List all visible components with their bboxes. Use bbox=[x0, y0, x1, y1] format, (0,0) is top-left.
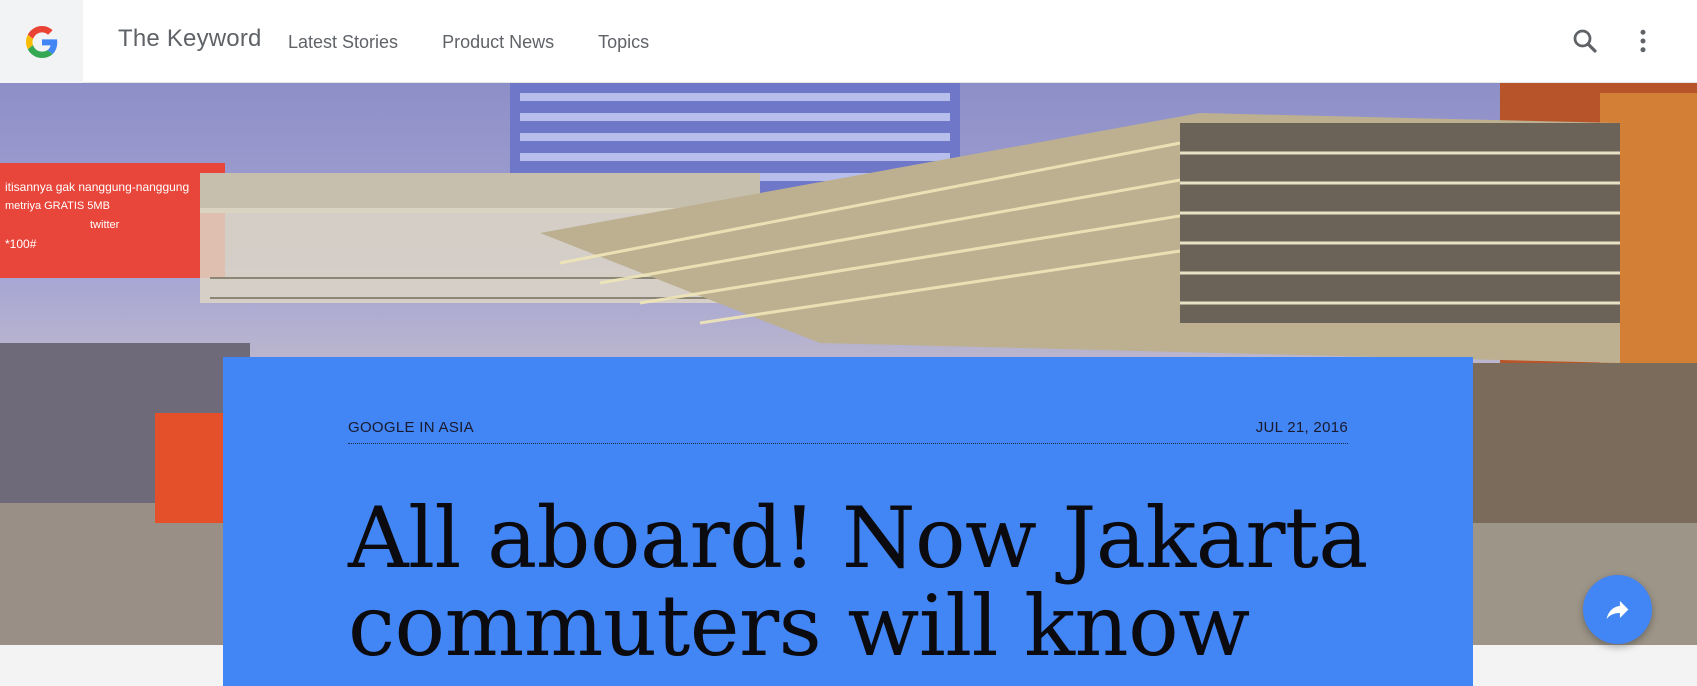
article-meta: GOOGLE IN ASIA JUL 21, 2016 bbox=[348, 419, 1348, 444]
more-options-button[interactable] bbox=[1628, 26, 1658, 56]
google-g-logo-icon bbox=[26, 26, 58, 58]
article-category[interactable]: GOOGLE IN ASIA bbox=[348, 419, 474, 436]
share-button[interactable] bbox=[1583, 575, 1652, 644]
nav-product-news[interactable]: Product News bbox=[442, 32, 554, 53]
search-icon bbox=[1573, 29, 1597, 53]
nav-topics[interactable]: Topics bbox=[598, 32, 649, 53]
article-headline: All aboard! Now Jakarta commuters will k… bbox=[348, 489, 1368, 675]
share-icon bbox=[1606, 601, 1629, 620]
billboard-text-3: twitter bbox=[90, 219, 120, 231]
nav-latest-stories[interactable]: Latest Stories bbox=[288, 32, 398, 53]
article-card: GOOGLE IN ASIA JUL 21, 2016 All aboard! … bbox=[223, 357, 1473, 686]
search-button[interactable] bbox=[1570, 26, 1600, 56]
article-date: JUL 21, 2016 bbox=[1255, 419, 1348, 436]
billboard-text-4: *100# bbox=[5, 237, 37, 251]
billboard-text-2: metriya GRATIS 5MB bbox=[5, 200, 110, 212]
site-header: The Keyword Latest Stories Product News … bbox=[0, 0, 1697, 83]
billboard-text-1: itisannya gak nanggung-nanggung bbox=[5, 180, 189, 194]
more-vert-icon bbox=[1640, 29, 1646, 53]
site-brand[interactable]: The Keyword bbox=[118, 25, 262, 53]
main-nav: Latest Stories Product News Topics bbox=[288, 32, 649, 53]
google-logo[interactable] bbox=[0, 0, 83, 83]
